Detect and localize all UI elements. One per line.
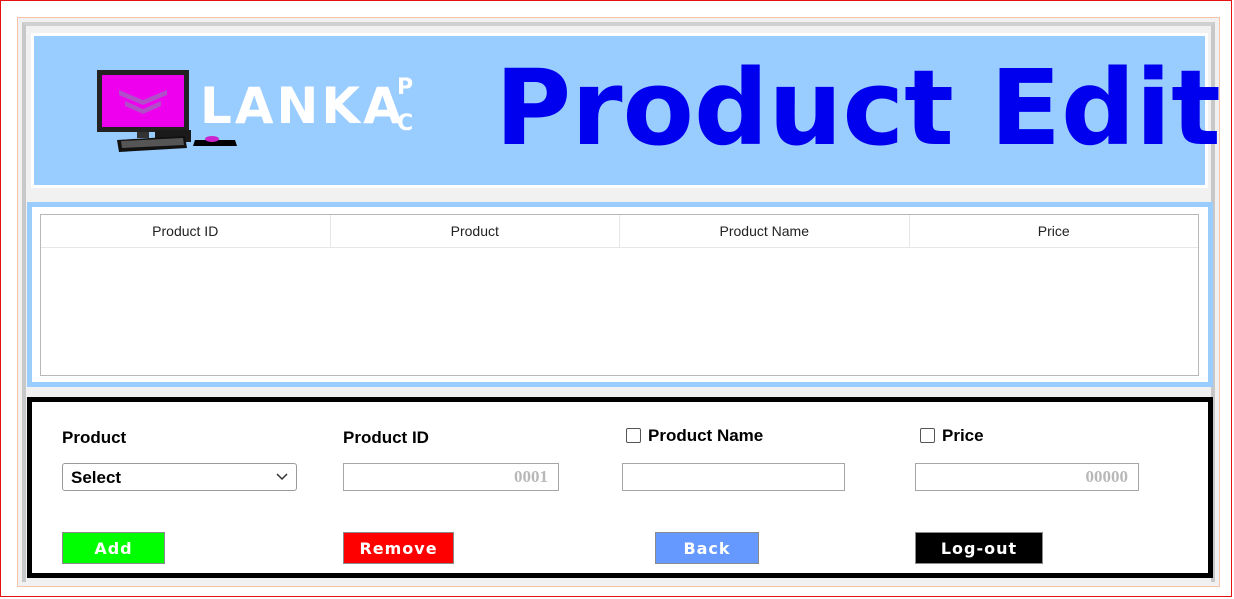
price-label: Price: [942, 426, 984, 445]
product-id-field[interactable]: 0001: [343, 463, 559, 491]
product-name-checkbox[interactable]: [626, 428, 641, 443]
column-header-product[interactable]: Product: [331, 215, 620, 247]
product-id-label: Product ID: [343, 428, 429, 447]
brand-c: C: [397, 111, 413, 136]
logout-button[interactable]: Log-out: [915, 532, 1043, 564]
price-checkbox[interactable]: [920, 428, 935, 443]
lanka-pc-logo: LANKA P C: [97, 70, 413, 152]
chevron-down-icon: [276, 473, 288, 481]
product-name-field[interactable]: [622, 463, 845, 491]
column-header-price[interactable]: Price: [910, 215, 1199, 247]
product-select-value: Select: [71, 468, 122, 487]
brand-p: P: [397, 75, 413, 100]
add-button[interactable]: Add: [62, 532, 165, 564]
table-header: Product ID Product Product Name Price: [41, 215, 1198, 248]
product-select[interactable]: Select: [62, 463, 297, 491]
column-header-product-id[interactable]: Product ID: [41, 215, 331, 247]
page-title: Product Edit: [495, 47, 1221, 169]
column-header-product-name[interactable]: Product Name: [620, 215, 910, 247]
product-label: Product: [62, 428, 127, 447]
brand-text: LANKA: [200, 77, 405, 135]
back-button[interactable]: Back: [655, 532, 759, 564]
product-table[interactable]: Product ID Product Product Name Price: [40, 214, 1199, 376]
remove-button[interactable]: Remove: [343, 532, 454, 564]
product-name-label: Product Name: [648, 426, 764, 445]
price-field[interactable]: 00000: [915, 463, 1139, 491]
